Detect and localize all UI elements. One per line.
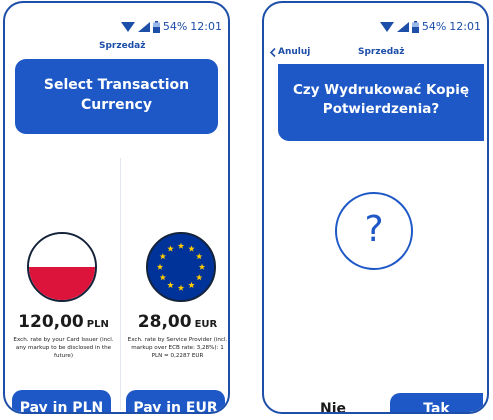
signal-icon <box>137 21 150 32</box>
signal-icon <box>396 21 409 32</box>
print-copy-screen: 54% 12:01 Anuluj Sprzedaż Czy Wydrukować… <box>262 1 489 414</box>
battery-icon <box>411 20 419 33</box>
amount-eur-currency: EUR <box>194 319 218 330</box>
battery-icon <box>152 20 160 33</box>
yes-button[interactable]: Tak <box>390 393 483 412</box>
exchange-note-pln: Exch. rate by your Card Issuer (incl. an… <box>13 337 114 360</box>
status-time: 12:01 <box>449 20 481 33</box>
eu-flag-icon <box>146 232 216 302</box>
screen-title: Sprzedaż <box>99 41 146 51</box>
amount-pln: 120,00 PLN <box>7 312 120 332</box>
amount-eur-value: 28,00 <box>137 312 192 332</box>
status-time: 12:01 <box>190 20 222 33</box>
cancel-label: Anuluj <box>278 47 311 57</box>
wifi-icon <box>120 21 135 32</box>
option-divider <box>120 158 121 410</box>
poland-flag-icon <box>27 232 97 302</box>
pay-in-pln-button[interactable]: Pay in PLN <box>12 390 111 412</box>
amount-pln-value: 120,00 <box>18 312 84 332</box>
exchange-note-eur: Exch. rate by Service Provider (incl. ma… <box>127 337 228 360</box>
no-button[interactable]: Nie <box>320 401 346 412</box>
cancel-button[interactable]: Anuluj <box>270 47 310 57</box>
amount-pln-currency: PLN <box>86 319 109 330</box>
battery-percentage: 54% <box>162 20 188 33</box>
status-bar: 54% 12:01 <box>379 20 481 33</box>
print-question-title: Czy Wydrukować Kopię Potwierdzenia? <box>278 64 484 141</box>
pay-in-eur-button[interactable]: Pay in EUR <box>126 390 225 412</box>
amount-eur: 28,00 EUR <box>121 312 228 332</box>
page-title: Select Transaction Currency <box>15 59 218 134</box>
currency-selection-screen: 54% 12:01 Sprzedaż Select Transaction Cu… <box>3 1 230 414</box>
wifi-icon <box>379 21 394 32</box>
status-bar: 54% 12:01 <box>120 20 222 33</box>
battery-percentage: 54% <box>421 20 447 33</box>
screen-title: Sprzedaż <box>358 47 405 57</box>
question-mark-icon: ? <box>335 192 413 270</box>
chevron-left-icon <box>270 47 276 57</box>
question-mark-glyph: ? <box>364 209 384 250</box>
